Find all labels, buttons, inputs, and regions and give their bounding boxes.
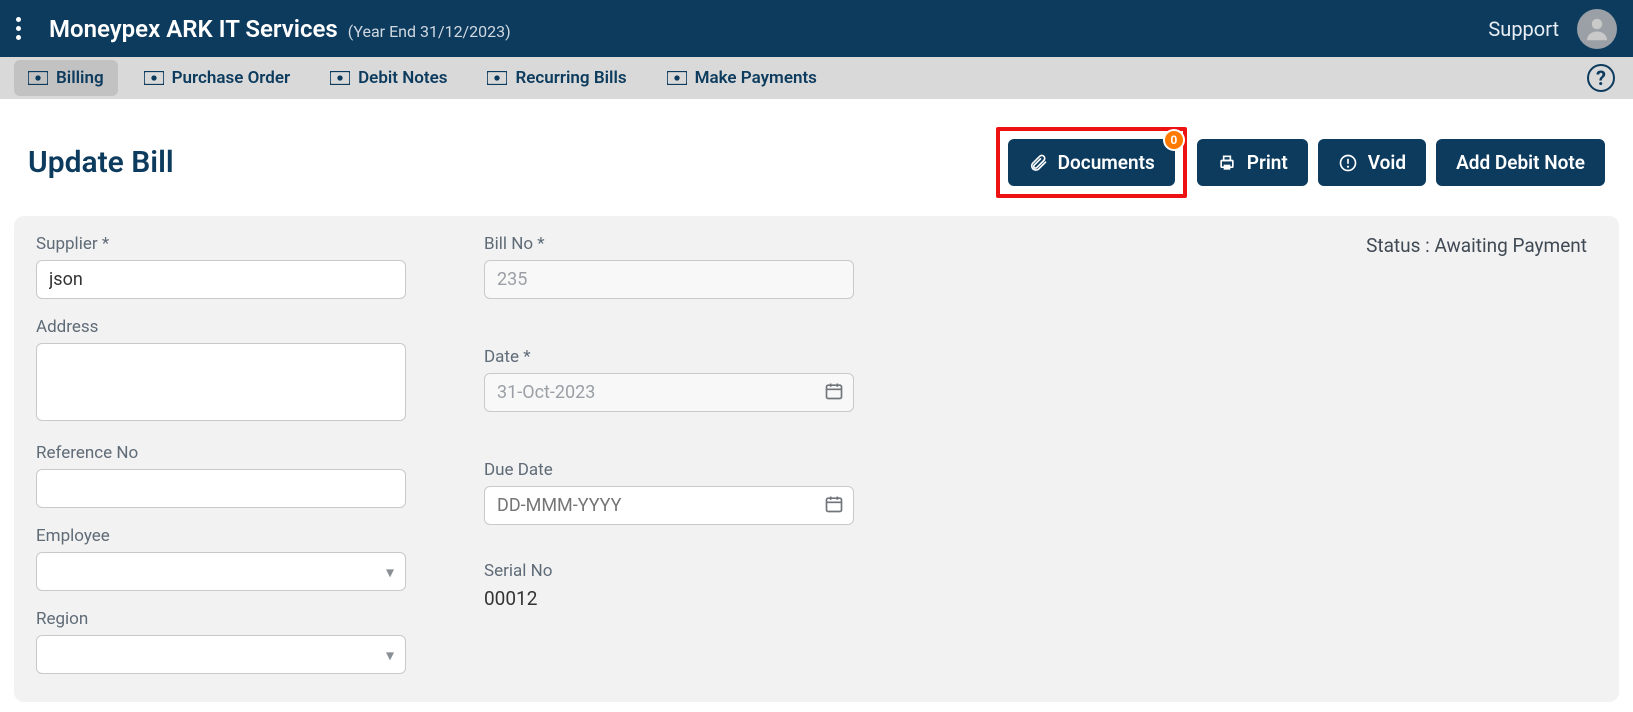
page-title: Update Bill [28, 145, 174, 180]
tab-label: Recurring Bills [515, 68, 626, 88]
bill-no-input [484, 260, 854, 299]
documents-badge: 0 [1163, 129, 1185, 151]
status-text: Status : Awaiting Payment [932, 234, 1587, 257]
form-panel: Supplier * Address Reference No Employee… [14, 216, 1619, 702]
form-col-right: Status : Awaiting Payment [932, 234, 1597, 257]
alert-icon [1338, 153, 1358, 173]
employee-select[interactable] [36, 552, 406, 591]
form-col-left: Supplier * Address Reference No Employee… [36, 234, 456, 674]
employee-label: Employee [36, 526, 456, 546]
button-label: Print [1247, 151, 1288, 174]
field-region: Region ▾ [36, 609, 456, 674]
address-label: Address [36, 317, 456, 337]
supplier-label: Supplier * [36, 234, 456, 254]
form-col-middle: Bill No * Date * Due Date [484, 234, 904, 610]
app-title-wrap: Moneypex ARK IT Services (Year End 31/12… [49, 15, 511, 43]
tab-label: Purchase Order [172, 68, 290, 88]
field-address: Address [36, 317, 456, 425]
region-select[interactable] [36, 635, 406, 674]
bill-no-label: Bill No * [484, 234, 904, 254]
calendar-icon[interactable] [824, 494, 844, 518]
date-input[interactable] [484, 373, 854, 412]
app-title: Moneypex ARK IT Services [49, 15, 338, 43]
field-supplier: Supplier * [36, 234, 456, 299]
field-employee: Employee ▾ [36, 526, 456, 591]
serial-no-value: 00012 [484, 587, 904, 610]
reference-no-label: Reference No [36, 443, 456, 463]
bill-icon [667, 71, 687, 85]
date-label: Date * [484, 347, 904, 367]
calendar-icon[interactable] [824, 381, 844, 405]
help-icon[interactable]: ? [1587, 64, 1615, 92]
due-date-input[interactable] [484, 486, 854, 525]
app-year-end: (Year End 31/12/2023) [348, 22, 511, 41]
button-label: Add Debit Note [1456, 151, 1585, 174]
button-label: Void [1368, 151, 1406, 174]
reference-no-input[interactable] [36, 469, 406, 508]
tab-label: Make Payments [695, 68, 817, 88]
tab-label: Billing [56, 68, 104, 88]
tab-recurring-bills[interactable]: Recurring Bills [473, 60, 640, 96]
page-header: Update Bill Documents 0 Print [14, 109, 1619, 216]
highlight-frame: Documents 0 [996, 127, 1187, 198]
support-link[interactable]: Support [1488, 17, 1559, 41]
due-date-label: Due Date [484, 460, 904, 480]
tab-billing[interactable]: Billing [14, 60, 118, 96]
bill-icon [487, 71, 507, 85]
supplier-input[interactable] [36, 260, 406, 299]
paperclip-icon [1028, 153, 1048, 173]
field-bill-no: Bill No * [484, 234, 904, 299]
void-button[interactable]: Void [1318, 139, 1426, 186]
bill-icon [144, 71, 164, 85]
status-value: Awaiting Payment [1434, 234, 1587, 257]
status-label: Status : [1366, 234, 1434, 257]
serial-no-label: Serial No [484, 561, 904, 581]
bill-icon [330, 71, 350, 85]
print-button[interactable]: Print [1197, 139, 1308, 186]
print-icon [1217, 153, 1237, 173]
address-input[interactable] [36, 343, 406, 421]
tab-purchase-order[interactable]: Purchase Order [130, 60, 304, 96]
top-bar: Moneypex ARK IT Services (Year End 31/12… [0, 0, 1633, 57]
tab-make-payments[interactable]: Make Payments [653, 60, 831, 96]
add-debit-note-button[interactable]: Add Debit Note [1436, 139, 1605, 186]
button-label: Documents [1058, 151, 1155, 174]
user-icon [1582, 14, 1612, 44]
region-label: Region [36, 609, 456, 629]
tab-debit-notes[interactable]: Debit Notes [316, 60, 461, 96]
secondary-nav: Billing Purchase Order Debit Notes Recur… [0, 57, 1633, 99]
avatar[interactable] [1577, 9, 1617, 49]
tab-label: Debit Notes [358, 68, 447, 88]
field-serial-no: Serial No 00012 [484, 561, 904, 610]
action-buttons: Documents 0 Print Void [996, 127, 1605, 198]
field-reference-no: Reference No [36, 443, 456, 508]
bill-icon [28, 71, 48, 85]
field-date: Date * [484, 347, 904, 412]
field-due-date: Due Date [484, 460, 904, 525]
app-menu-icon[interactable] [16, 17, 21, 40]
page: Update Bill Documents 0 Print [0, 99, 1633, 712]
documents-button[interactable]: Documents 0 [1008, 139, 1175, 186]
